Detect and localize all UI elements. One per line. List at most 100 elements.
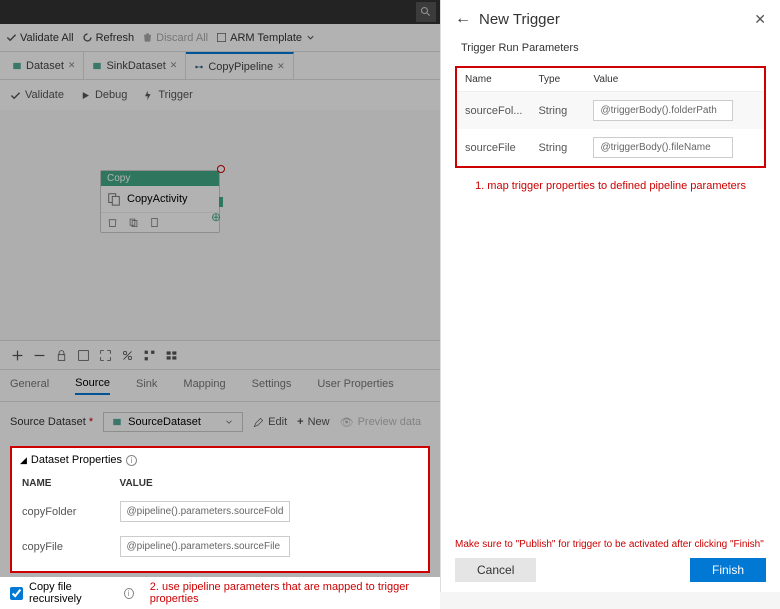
pencil-icon bbox=[253, 417, 264, 428]
pipeline-icon bbox=[194, 62, 204, 72]
trash-icon bbox=[142, 32, 153, 43]
chevron-down-icon bbox=[224, 417, 234, 427]
close-button[interactable]: ✕ bbox=[754, 11, 766, 28]
param-name: copyFile bbox=[22, 530, 118, 563]
clone-icon[interactable] bbox=[128, 217, 139, 228]
panel-header: ← New Trigger ✕ bbox=[441, 0, 780, 38]
arm-template-label: ARM Template bbox=[230, 32, 302, 44]
refresh-button[interactable]: Refresh bbox=[82, 32, 135, 44]
new-trigger-panel: ← New Trigger ✕ Trigger Run Parameters N… bbox=[440, 0, 780, 592]
close-icon[interactable]: ✕ bbox=[170, 60, 178, 71]
new-label: New bbox=[308, 416, 330, 428]
copy-recursively-label: Copy file recursively bbox=[29, 581, 118, 605]
fit-icon bbox=[77, 349, 90, 362]
activity-header: Copy bbox=[101, 171, 219, 186]
new-button[interactable]: + New bbox=[297, 416, 329, 428]
canvas[interactable]: Copy CopyActivity ⊕ bbox=[0, 110, 440, 340]
zoom-out-button[interactable] bbox=[32, 348, 46, 362]
trigger-icon bbox=[143, 90, 154, 101]
col-value-header: VALUE bbox=[120, 474, 418, 493]
arm-template-button[interactable]: ARM Template bbox=[216, 32, 316, 44]
dataset-properties-table: NAME VALUE copyFolder copyFile bbox=[20, 472, 420, 565]
chevron-down-icon bbox=[305, 32, 316, 43]
finish-button[interactable]: Finish bbox=[690, 558, 766, 582]
search-button[interactable] bbox=[416, 2, 436, 22]
trigger-parameters-table: Name Type Value sourceFol... String sour… bbox=[457, 68, 764, 166]
close-icon[interactable]: ✕ bbox=[277, 61, 285, 72]
param-value-input[interactable] bbox=[593, 100, 733, 121]
fit-button[interactable] bbox=[76, 348, 90, 362]
panel-title: New Trigger bbox=[479, 11, 746, 28]
cancel-button[interactable]: Cancel bbox=[455, 558, 536, 582]
auto-align-button[interactable] bbox=[142, 348, 156, 362]
table-row: sourceFile String bbox=[457, 129, 764, 166]
debug-label: Debug bbox=[95, 89, 127, 101]
param-value-input[interactable] bbox=[593, 137, 733, 158]
tab-copypipeline[interactable]: CopyPipeline ✕ bbox=[186, 52, 293, 79]
validation-indicator bbox=[217, 165, 225, 173]
tab-settings[interactable]: Settings bbox=[252, 378, 292, 394]
activity-body: CopyActivity bbox=[101, 186, 219, 212]
param-type: String bbox=[530, 129, 585, 166]
tab-dataset[interactable]: Dataset ✕ bbox=[4, 52, 84, 79]
search-icon bbox=[420, 6, 432, 18]
validate-button[interactable]: Validate bbox=[10, 89, 64, 101]
edit-button[interactable]: Edit bbox=[253, 416, 287, 428]
param-value-input[interactable] bbox=[120, 501, 290, 522]
zoom-in-button[interactable] bbox=[10, 348, 24, 362]
dataset-properties-title[interactable]: ◢ Dataset Properties i bbox=[20, 454, 420, 466]
tab-sink[interactable]: Sink bbox=[136, 378, 157, 394]
discard-all-button[interactable]: Discard All bbox=[142, 32, 208, 44]
tab-general[interactable]: General bbox=[10, 378, 49, 394]
panel-subtitle: Trigger Run Parameters bbox=[441, 38, 780, 62]
canvas-toolbar bbox=[0, 340, 440, 370]
validate-all-button[interactable]: Validate All bbox=[6, 32, 74, 44]
add-output-icon[interactable]: ⊕ bbox=[211, 210, 221, 224]
lock-button[interactable] bbox=[54, 348, 68, 362]
delete-icon[interactable] bbox=[107, 217, 118, 228]
tab-sinkdataset[interactable]: SinkDataset ✕ bbox=[84, 52, 186, 79]
tab-user-properties[interactable]: User Properties bbox=[317, 378, 393, 394]
param-name: copyFolder bbox=[22, 495, 118, 528]
source-dataset-select[interactable]: SourceDataset bbox=[103, 412, 243, 432]
col-type-header: Type bbox=[530, 68, 585, 92]
check-icon bbox=[6, 32, 17, 43]
info-icon[interactable]: i bbox=[126, 455, 137, 466]
pipeline-actions: Validate Debug Trigger bbox=[0, 80, 440, 110]
reset-zoom-button[interactable] bbox=[120, 348, 134, 362]
source-dataset-value: SourceDataset bbox=[128, 416, 201, 428]
copy-recursively-row: Copy file recursively i 2. use pipeline … bbox=[0, 577, 440, 609]
param-value-input[interactable] bbox=[120, 536, 290, 557]
tab-label: CopyPipeline bbox=[208, 61, 273, 73]
caret-icon: ◢ bbox=[20, 455, 27, 466]
info-icon[interactable] bbox=[149, 217, 160, 228]
back-button[interactable]: ← bbox=[455, 10, 471, 28]
param-type: String bbox=[530, 92, 585, 130]
col-name-header: NAME bbox=[22, 474, 118, 493]
output-port[interactable] bbox=[219, 197, 223, 207]
layout-icon bbox=[165, 349, 178, 362]
panel-footer: Make sure to "Publish" for trigger to be… bbox=[441, 529, 780, 592]
preview-data-button[interactable]: 👁 Preview data bbox=[340, 416, 422, 429]
dataset-icon bbox=[92, 61, 102, 71]
tab-mapping[interactable]: Mapping bbox=[183, 378, 225, 394]
table-row: copyFile bbox=[22, 530, 418, 563]
copy-activity[interactable]: Copy CopyActivity ⊕ bbox=[100, 170, 220, 233]
layout-button[interactable] bbox=[164, 348, 178, 362]
align-icon bbox=[143, 349, 156, 362]
info-icon[interactable]: i bbox=[124, 588, 134, 599]
check-icon bbox=[10, 90, 21, 101]
debug-button[interactable]: Debug bbox=[80, 89, 127, 101]
trigger-parameters-box: Name Type Value sourceFol... String sour… bbox=[455, 66, 766, 168]
tab-source[interactable]: Source bbox=[75, 377, 110, 395]
close-icon[interactable]: ✕ bbox=[68, 60, 76, 71]
source-dataset-row: Source Dataset * SourceDataset Edit + Ne… bbox=[0, 402, 440, 442]
minus-icon bbox=[33, 349, 46, 362]
lock-icon bbox=[55, 349, 68, 362]
param-name: sourceFol... bbox=[457, 92, 530, 130]
percent-icon bbox=[121, 349, 134, 362]
table-row: sourceFol... String bbox=[457, 92, 764, 130]
trigger-button[interactable]: Trigger bbox=[143, 89, 192, 101]
zoom-fit-button[interactable] bbox=[98, 348, 112, 362]
copy-recursively-checkbox[interactable] bbox=[10, 587, 23, 600]
